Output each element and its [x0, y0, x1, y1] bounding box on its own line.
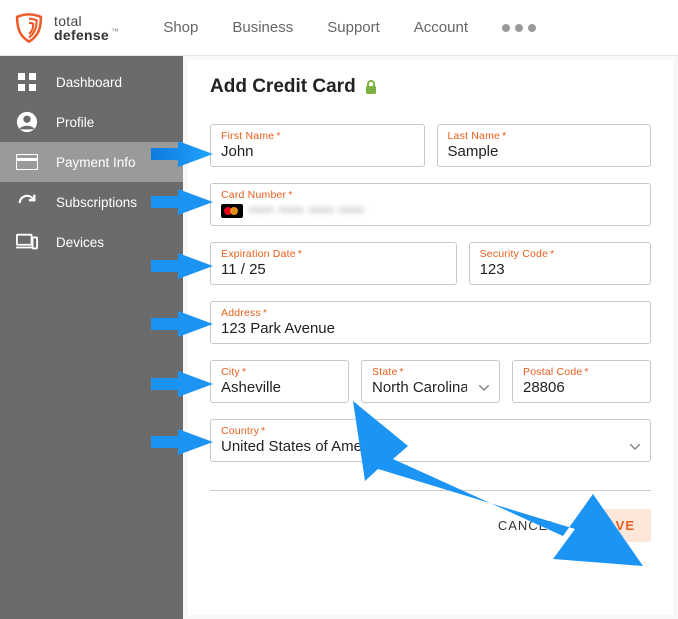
refresh-icon — [16, 191, 38, 213]
address-field[interactable]: Address* — [210, 301, 651, 344]
city-field[interactable]: City* — [210, 360, 349, 403]
last-name-input[interactable] — [448, 143, 641, 160]
top-nav: Shop Business Support Account — [163, 19, 468, 36]
postal-code-field[interactable]: Postal Code* — [512, 360, 651, 403]
sidebar-item-label: Subscriptions — [56, 195, 137, 210]
card-number-masked: •••• •••• •••• •••• — [249, 202, 365, 219]
state-select-value: North Carolina — [372, 379, 467, 396]
form-card: Add Credit Card First Name* Last Name* C… — [188, 60, 673, 615]
expiration-input[interactable] — [221, 261, 446, 278]
country-select-value: United States of America — [221, 438, 386, 455]
nav-support[interactable]: Support — [327, 19, 380, 36]
sidebar-item-payment-info[interactable]: Payment Info — [0, 142, 183, 182]
sidebar-item-dashboard[interactable]: Dashboard — [0, 62, 183, 102]
security-code-input[interactable] — [480, 261, 640, 278]
city-input[interactable] — [221, 379, 338, 396]
brand-logo[interactable]: total defense™ — [12, 11, 119, 45]
nav-account[interactable]: Account — [414, 19, 468, 36]
form-actions: CANCEL SAVE — [210, 490, 651, 542]
topbar: total defense™ Shop Business Support Acc… — [0, 0, 678, 56]
country-field[interactable]: Country* United States of America — [210, 419, 651, 462]
last-name-field[interactable]: Last Name* — [437, 124, 652, 167]
mastercard-icon — [221, 204, 243, 218]
first-name-field[interactable]: First Name* — [210, 124, 425, 167]
nav-business[interactable]: Business — [232, 19, 293, 36]
devices-icon — [16, 231, 38, 253]
sidebar-item-label: Devices — [56, 235, 104, 250]
card-icon — [16, 151, 38, 173]
sidebar-item-subscriptions[interactable]: Subscriptions — [0, 182, 183, 222]
chevron-down-icon — [630, 444, 640, 450]
sidebar-item-devices[interactable]: Devices — [0, 222, 183, 262]
profile-icon — [16, 111, 38, 133]
sidebar-item-label: Profile — [56, 115, 94, 130]
page-title: Add Credit Card — [210, 76, 651, 98]
first-name-input[interactable] — [221, 143, 414, 160]
shield-icon — [12, 11, 46, 45]
state-field[interactable]: State* North Carolina — [361, 360, 500, 403]
cancel-button[interactable]: CANCEL — [482, 509, 573, 542]
brand-name: total defense™ — [54, 14, 119, 42]
security-code-field[interactable]: Security Code* — [469, 242, 651, 285]
card-number-field[interactable]: Card Number* •••• •••• •••• •••• — [210, 183, 651, 226]
save-button[interactable]: SAVE — [581, 509, 651, 542]
sidebar: Dashboard Profile Payment Info Subscript… — [0, 56, 183, 619]
address-input[interactable] — [221, 320, 640, 337]
chevron-down-icon — [479, 385, 489, 391]
postal-code-input[interactable] — [523, 379, 640, 396]
nav-shop[interactable]: Shop — [163, 19, 198, 36]
dashboard-icon — [16, 71, 38, 93]
sidebar-item-profile[interactable]: Profile — [0, 102, 183, 142]
lock-icon — [364, 79, 378, 95]
more-menu-icon[interactable] — [502, 24, 536, 32]
sidebar-item-label: Dashboard — [56, 75, 122, 90]
expiration-field[interactable]: Expiration Date* — [210, 242, 457, 285]
sidebar-item-label: Payment Info — [56, 155, 136, 170]
main: Add Credit Card First Name* Last Name* C… — [183, 56, 678, 619]
